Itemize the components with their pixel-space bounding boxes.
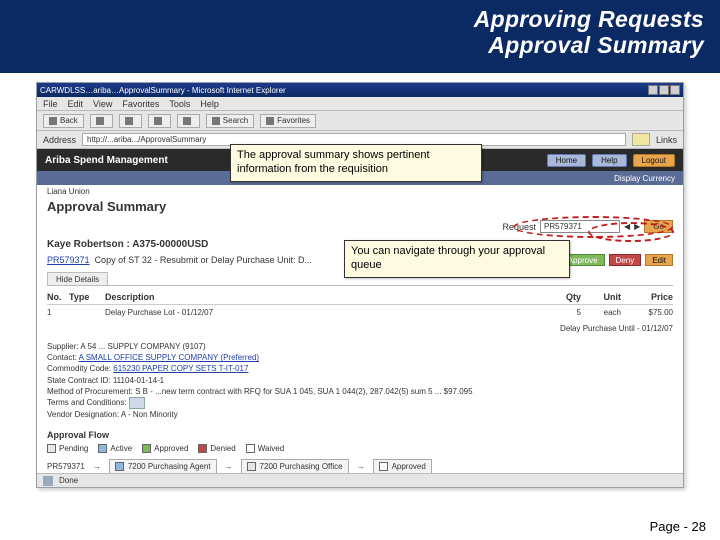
request-desc: Copy of ST 32 - Resubmit or Delay Purcha… bbox=[95, 255, 312, 265]
menu-bar[interactable]: File Edit View Favorites Tools Help bbox=[37, 97, 683, 111]
col-unit: Unit bbox=[581, 292, 621, 302]
go-button[interactable] bbox=[632, 133, 650, 146]
legend-approved-icon bbox=[142, 444, 151, 453]
minimize-icon[interactable] bbox=[648, 85, 658, 95]
page-icon bbox=[43, 476, 53, 486]
back-icon bbox=[49, 117, 57, 125]
ie-status-bar: Done bbox=[37, 473, 683, 487]
tab-hide-details[interactable]: Hide Details bbox=[47, 272, 108, 285]
request-input[interactable]: PR579371 bbox=[540, 220, 620, 233]
ie-toolbar[interactable]: Back Search Favorites bbox=[37, 111, 683, 131]
delay-until: Delay Purchase Until - 01/12/07 bbox=[47, 324, 673, 333]
menu-tools[interactable]: Tools bbox=[169, 99, 190, 109]
maximize-icon[interactable] bbox=[659, 85, 669, 95]
forward-icon bbox=[96, 117, 104, 125]
forward-button[interactable] bbox=[90, 114, 113, 128]
legend-waived-icon bbox=[246, 444, 255, 453]
slide-title-2: Approval Summary bbox=[16, 32, 704, 58]
prev-request-icon[interactable]: ◀ bbox=[624, 222, 630, 231]
ariba-help-button[interactable]: Help bbox=[592, 154, 626, 167]
slide-footer: Page - 28 bbox=[650, 519, 706, 534]
home-button[interactable] bbox=[177, 114, 200, 128]
flow-node-1[interactable]: 7200 Purchasing Agent bbox=[109, 459, 217, 473]
callout-summary-info: The approval summary shows pertinent inf… bbox=[230, 144, 482, 182]
ariba-logout-button[interactable]: Logout bbox=[633, 154, 675, 167]
contact-link[interactable]: A SMALL OFFICE SUPPLY COMPANY (Preferred… bbox=[79, 353, 260, 362]
approval-flow-row: PR579371 → 7200 Purchasing Agent → 7200 … bbox=[47, 459, 673, 473]
col-qty: Qty bbox=[553, 292, 581, 302]
stop-icon bbox=[125, 117, 133, 125]
commodity-link[interactable]: 615230 PAPER COPY SETS T-IT-017 bbox=[113, 364, 248, 373]
approval-flow-header: Approval Flow bbox=[47, 430, 673, 440]
line-items-header: No. Type Description Qty Unit Price bbox=[47, 290, 673, 305]
line-item-row: 1 Delay Purchase Lot - 01/12/07 5 each $… bbox=[47, 305, 673, 320]
approval-flow-legend: Pending Active Approved Denied Waived bbox=[47, 444, 673, 453]
document-icon[interactable] bbox=[129, 397, 145, 409]
refresh-icon bbox=[154, 117, 162, 125]
ariba-home-button[interactable]: Home bbox=[547, 154, 586, 167]
col-type: Type bbox=[69, 292, 105, 302]
menu-help[interactable]: Help bbox=[200, 99, 219, 109]
address-label: Address bbox=[43, 135, 76, 145]
menu-favorites[interactable]: Favorites bbox=[122, 99, 159, 109]
deny-button[interactable]: Deny bbox=[609, 254, 642, 266]
back-button[interactable]: Back bbox=[43, 114, 84, 128]
flow-node-2[interactable]: 7200 Purchasing Office bbox=[241, 459, 349, 473]
request-link[interactable]: PR579371 bbox=[47, 255, 90, 265]
favorites-button[interactable]: Favorites bbox=[260, 114, 316, 128]
flow-end: Approved bbox=[373, 459, 432, 473]
links-label[interactable]: Links bbox=[656, 135, 677, 145]
col-price: Price bbox=[621, 292, 673, 302]
legend-denied-icon bbox=[198, 444, 207, 453]
stop-button[interactable] bbox=[119, 114, 142, 128]
window-titlebar: CARWDLSS…ariba…ApprovalSummary - Microso… bbox=[37, 83, 683, 97]
refresh-button[interactable] bbox=[148, 114, 171, 128]
col-no: No. bbox=[47, 292, 69, 302]
legend-active-icon bbox=[98, 444, 107, 453]
callout-nav-queue: You can navigate through your approval q… bbox=[344, 240, 570, 278]
menu-edit[interactable]: Edit bbox=[68, 99, 84, 109]
line-item-details: Supplier: A 54 ... SUPPLY COMPANY (9107)… bbox=[47, 341, 673, 420]
search-button[interactable]: Search bbox=[206, 114, 254, 128]
slide-title-1: Approving Requests bbox=[16, 6, 704, 32]
home-icon bbox=[183, 117, 191, 125]
menu-view[interactable]: View bbox=[93, 99, 112, 109]
request-go-button[interactable]: Go bbox=[644, 220, 673, 233]
request-label: Request bbox=[502, 222, 536, 232]
request-nav-row: Request PR579371 ◀ ▶ Go bbox=[47, 220, 673, 233]
page-content: Liana Union Approval Summary Request PR5… bbox=[37, 185, 683, 473]
legend-pending-icon bbox=[47, 444, 56, 453]
slide-header: Approving Requests Approval Summary bbox=[0, 0, 720, 73]
status-text: Done bbox=[59, 476, 78, 485]
close-icon[interactable] bbox=[670, 85, 680, 95]
ie-window: CARWDLSS…ariba…ApprovalSummary - Microso… bbox=[36, 82, 684, 488]
search-icon bbox=[212, 117, 220, 125]
display-currency-link[interactable]: Display Currency bbox=[614, 174, 675, 183]
edit-button[interactable]: Edit bbox=[645, 254, 673, 266]
page-heading: Approval Summary bbox=[47, 199, 673, 214]
menu-file[interactable]: File bbox=[43, 99, 58, 109]
window-controls[interactable] bbox=[648, 85, 680, 95]
star-icon bbox=[266, 117, 274, 125]
window-title: CARWDLSS…ariba…ApprovalSummary - Microso… bbox=[40, 86, 286, 95]
next-request-icon[interactable]: ▶ bbox=[634, 222, 640, 231]
col-desc: Description bbox=[105, 292, 553, 302]
flow-start: PR579371 bbox=[47, 462, 85, 471]
user-line: Liana Union bbox=[47, 187, 90, 196]
ariba-brand: Ariba Spend Management bbox=[45, 155, 168, 166]
